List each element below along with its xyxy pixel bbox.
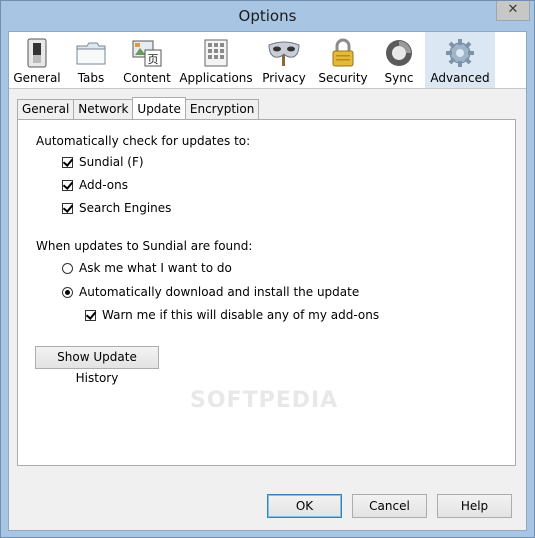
pane-label: Privacy	[262, 71, 306, 85]
radio-label: Automatically download and install the u…	[79, 285, 360, 299]
radio-label: Ask me what I want to do	[79, 261, 232, 275]
radio-ask[interactable]: Ask me what I want to do	[62, 261, 232, 275]
mask-icon	[267, 37, 301, 69]
checkbox-search-engines[interactable]: Search Engines	[62, 201, 171, 215]
checkbox-label: Add-ons	[79, 178, 128, 192]
checkbox-warn-addons[interactable]: Warn me if this will disable any of my a…	[85, 308, 379, 322]
sync-icon	[382, 37, 416, 69]
checkbox-sundial[interactable]: Sundial (F)	[62, 155, 144, 169]
tab-strip: General Network Update Encryption	[17, 97, 260, 120]
radio-button[interactable]	[62, 286, 73, 298]
pane-security[interactable]: Security	[313, 32, 373, 88]
pane-content[interactable]: 页 Content	[117, 32, 177, 88]
gear-icon	[443, 37, 477, 69]
checkbox-label: Search Engines	[79, 201, 172, 215]
update-panel: Automatically check for updates to: Sund…	[17, 119, 516, 466]
dialog-client-area: General Tabs 页 Content Applications Priv…	[8, 31, 527, 531]
pane-privacy[interactable]: Privacy	[255, 32, 313, 88]
checkbox-box[interactable]	[85, 309, 96, 321]
pane-general[interactable]: General	[9, 32, 65, 88]
close-button[interactable]: ✕	[496, 1, 530, 21]
options-window: Options ✕ General Tabs 页 Content Applica…	[0, 0, 535, 538]
svg-text:页: 页	[148, 53, 159, 66]
ok-button[interactable]: OK	[267, 494, 342, 518]
pane-label: Tabs	[77, 71, 105, 85]
pane-sync[interactable]: Sync	[373, 32, 425, 88]
auto-check-label: Automatically check for updates to:	[36, 134, 251, 148]
checkbox-box[interactable]	[62, 202, 73, 214]
checkbox-addons[interactable]: Add-ons	[62, 178, 128, 192]
pane-tabs[interactable]: Tabs	[65, 32, 117, 88]
checkbox-box[interactable]	[62, 156, 73, 168]
cancel-button[interactable]: Cancel	[352, 494, 427, 518]
radio-button[interactable]	[62, 262, 73, 274]
checkbox-box[interactable]	[62, 179, 73, 191]
watermark: SOFTPEDIA	[190, 388, 339, 413]
pane-label: Advanced	[430, 71, 490, 85]
help-button[interactable]: Help	[437, 494, 512, 518]
switch-icon	[20, 37, 54, 69]
pane-applications[interactable]: Applications	[177, 32, 255, 88]
tab-general[interactable]: General	[17, 99, 75, 119]
pane-label: Security	[318, 71, 368, 85]
pane-toolbar: General Tabs 页 Content Applications Priv…	[9, 32, 526, 89]
pane-label: Content	[123, 71, 171, 85]
checkbox-label: Sundial (F)	[79, 155, 144, 169]
applications-icon	[199, 37, 233, 69]
tab-encryption[interactable]: Encryption	[184, 99, 260, 119]
tab-network[interactable]: Network	[73, 99, 134, 119]
folder-tabs-icon	[74, 37, 108, 69]
checkbox-label: Warn me if this will disable any of my a…	[102, 308, 380, 322]
radio-auto-install[interactable]: Automatically download and install the u…	[62, 285, 359, 299]
pane-advanced[interactable]: Advanced	[425, 32, 495, 88]
pane-label: General	[13, 71, 61, 85]
updates-found-label: When updates to Sundial are found:	[36, 239, 253, 253]
padlock-icon	[326, 37, 360, 69]
tab-update[interactable]: Update	[132, 97, 186, 119]
pane-label: Applications	[179, 71, 253, 85]
close-icon: ✕	[507, 2, 519, 17]
pane-label: Sync	[384, 71, 414, 85]
window-title: Options	[238, 7, 297, 25]
content-icon: 页	[130, 37, 164, 69]
show-update-history-button[interactable]: Show Update History	[35, 346, 159, 385]
